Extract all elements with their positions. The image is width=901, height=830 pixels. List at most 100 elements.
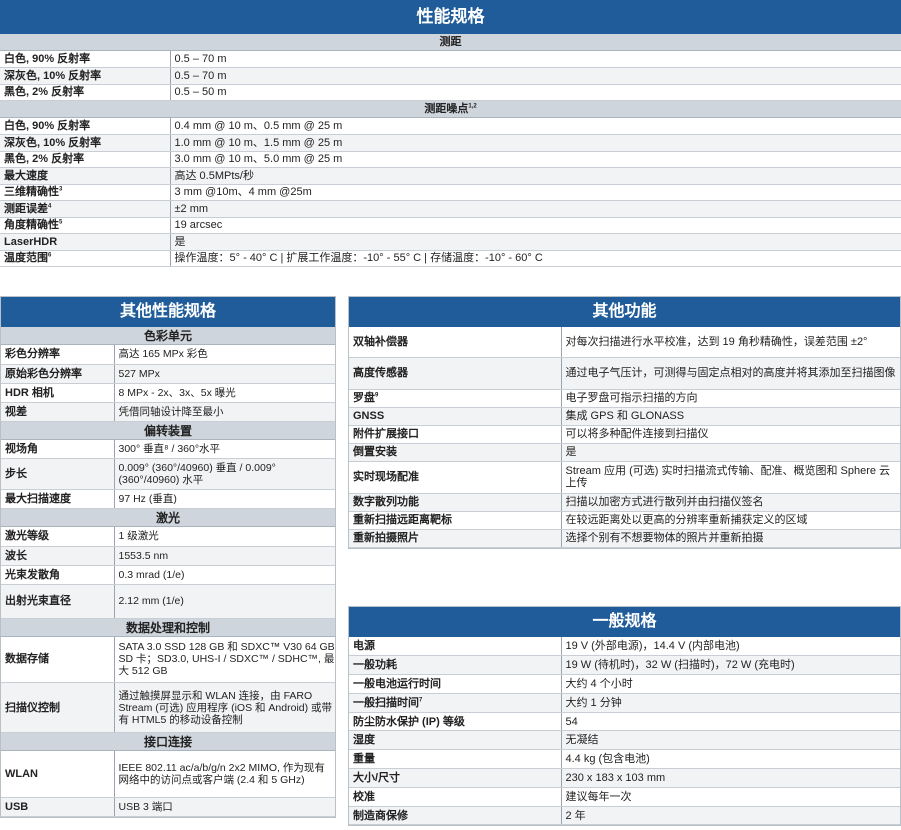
row-label: GNSS <box>349 407 562 426</box>
row-label-text: 温度范围 <box>4 252 48 265</box>
table-row: 出射光束直径 2.12 mm (1/e) <box>1 584 335 619</box>
row-value: ±2 mm <box>170 200 901 218</box>
table-row: 测距误差4 ±2 mm <box>0 200 901 218</box>
table-row: GNSS 集成 GPS 和 GLONASS <box>349 407 900 426</box>
row-label: 视差 <box>1 402 115 422</box>
row-value: 选择个别有不想要物体的照片并重新拍摄 <box>561 529 900 548</box>
row-value: 是 <box>170 233 901 251</box>
table-row: 重量 4.4 kg (包含电池) <box>349 749 900 770</box>
row-value: 97 Hz (垂直) <box>114 489 335 509</box>
table-row: 深灰色, 10% 反射率 1.0 mm @ 10 m、1.5 mm @ 25 m <box>0 134 901 152</box>
row-label: 白色, 90% 反射率 <box>0 118 171 135</box>
noise-table: 白色, 90% 反射率 0.4 mm @ 10 m、0.5 mm @ 25 m 深… <box>0 118 901 267</box>
row-label: 数据存储 <box>1 636 115 683</box>
row-value: 1553.5 nm <box>114 546 335 566</box>
row-label: 光束发散角 <box>1 565 115 585</box>
table-row: LaserHDR 是 <box>0 233 901 251</box>
row-value: 集成 GPS 和 GLONASS <box>561 407 900 426</box>
row-label: 防尘防水保护 (IP) 等级 <box>349 712 562 732</box>
row-label: 出射光束直径 <box>1 584 115 619</box>
row-label-text: 一般扫描时间 <box>353 696 419 709</box>
general-specs: 一般规格 电源 19 V (外部电源)，14.4 V (内部电池) 一般功耗 19 … <box>348 606 901 827</box>
row-label: 测距误差4 <box>0 200 171 218</box>
row-value: 8 MPx - 2x、3x、5x 曝光 <box>114 383 335 403</box>
row-label: 角度精确性5 <box>0 217 171 234</box>
row-value: 19 arcsec <box>170 217 901 234</box>
table-row: 光束发散角 0.3 mrad (1/e) <box>1 565 335 585</box>
row-label: USB <box>1 797 115 817</box>
data-handling-table: 数据存储 SATA 3.0 SSD 128 GB 和 SDXC™ V30 64 G… <box>1 636 335 733</box>
row-label: 波长 <box>1 546 115 566</box>
table-row: 实时现场配准 Stream 应用 (可选) 实时扫描流式传输、配准、概览图和 Sp… <box>349 461 900 494</box>
row-value: 230 x 183 x 103 mm <box>561 768 900 788</box>
laser-table: 激光等级 1 级激光 波长 1553.5 nm 光束发散角 0.3 mrad (1/e… <box>1 527 335 619</box>
row-value: 19 W (待机时)，32 W (扫描时)，72 W (充电时) <box>561 655 900 676</box>
row-label: 黑色, 2% 反射率 <box>0 151 171 168</box>
table-row: 双轴补偿器 对每次扫描进行水平校准，达到 19 角秒精确性，误差范围 ±2° <box>349 327 900 358</box>
row-label: 数字散列功能 <box>349 493 562 512</box>
row-label: 视场角 <box>1 439 115 459</box>
table-row: 防尘防水保护 (IP) 等级 54 <box>349 712 900 732</box>
row-label: 电源 <box>349 637 562 657</box>
row-label: 校准 <box>349 787 562 807</box>
table-row: 电源 19 V (外部电源)，14.4 V (内部电池) <box>349 637 900 657</box>
table-row: 高度传感器 通过电子气压计，可测得与固定点相对的高度并将其添加至扫描图像 <box>349 357 900 390</box>
row-value: 通过电子气压计，可测得与固定点相对的高度并将其添加至扫描图像 <box>561 357 900 390</box>
table-row: 罗盘9 电子罗盘可指示扫描的方向 <box>349 389 900 408</box>
row-label: 彩色分辨率 <box>1 345 115 365</box>
row-value: 是 <box>561 443 900 462</box>
table-row: 一般扫描时间7 大约 1 分钟 <box>349 693 900 713</box>
row-label: 大小/尺寸 <box>349 768 562 788</box>
table-row: 视场角 300° 垂直⁸ / 360°水平 <box>1 439 335 459</box>
row-value: 无凝结 <box>561 730 900 751</box>
performance-specs: 性能规格 测距 白色, 90% 反射率 0.5 – 70 m 深灰色, 10% 反… <box>0 0 901 267</box>
row-value: 0.5 – 70 m <box>170 51 901 68</box>
section-header: 接口连接 <box>1 733 335 751</box>
footnote: 9 <box>375 392 379 399</box>
row-label: 重量 <box>349 749 562 770</box>
footnote: 7 <box>419 697 423 704</box>
row-value: 527 MPx <box>114 364 335 384</box>
general-table: 电源 19 V (外部电源)，14.4 V (内部电池) 一般功耗 19 W (待机… <box>349 637 900 826</box>
table-row: 湿度 无凝结 <box>349 730 900 751</box>
table-row: 黑色, 2% 反射率 3.0 mm @ 10 m、5.0 mm @ 25 m <box>0 151 901 168</box>
row-value: 大约 4 个小时 <box>561 674 900 694</box>
row-label: 三维精确性3 <box>0 184 171 201</box>
row-label: 步长 <box>1 458 115 490</box>
row-value: 0.5 – 50 m <box>170 84 901 101</box>
table-row: 制造商保修 2 年 <box>349 806 900 826</box>
row-label: 实时现场配准 <box>349 461 562 494</box>
row-label: 制造商保修 <box>349 806 562 826</box>
row-label-text: 角度精确性 <box>4 219 59 232</box>
table-row: 波长 1553.5 nm <box>1 546 335 566</box>
row-label: HDR 相机 <box>1 383 115 403</box>
table-row: 最大扫描速度 97 Hz (垂直) <box>1 489 335 509</box>
row-value: 19 V (外部电源)，14.4 V (内部电池) <box>561 637 900 657</box>
row-label-text: 三维精确性 <box>4 186 59 199</box>
row-value: 大约 1 分钟 <box>561 693 900 713</box>
row-label: 原始彩色分辨率 <box>1 364 115 384</box>
row-label: 罗盘9 <box>349 389 562 408</box>
other-performance-title: 其他性能规格 <box>1 297 335 327</box>
row-value: 可以将多种配件连接到扫描仪 <box>561 425 900 444</box>
row-label: LaserHDR <box>0 233 171 251</box>
table-row: 温度范围6 操作温度：5° - 40° C | 扩展工作温度：-10° - 55°… <box>0 250 901 267</box>
table-row: 数字散列功能 扫描以加密方式进行散列并由扫描仪签名 <box>349 493 900 512</box>
row-value: 0.5 – 70 m <box>170 67 901 85</box>
table-row: 视差 凭借同轴设计降至最小 <box>1 402 335 422</box>
other-features: 其他功能 双轴补偿器 对每次扫描进行水平校准，达到 19 角秒精确性，误差范围 ±… <box>348 296 901 549</box>
table-row: 数据存储 SATA 3.0 SSD 128 GB 和 SDXC™ V30 64 G… <box>1 636 335 683</box>
row-value: 通过触摸屏显示和 WLAN 连接，由 FARO Stream (可选) 应用程序… <box>114 682 335 733</box>
section-header: 色彩单元 <box>1 327 335 345</box>
row-label-text: 测距误差 <box>4 202 48 215</box>
noise-header-label: 测距噪点 <box>424 103 469 115</box>
row-value: 建议每年一次 <box>561 787 900 807</box>
row-label: 黑色, 2% 反射率 <box>0 84 171 101</box>
row-label-text: 罗盘 <box>353 392 375 404</box>
row-label: 湿度 <box>349 730 562 751</box>
table-row: 附件扩展接口 可以将多种配件连接到扫描仪 <box>349 425 900 444</box>
row-label: 激光等级 <box>1 527 115 547</box>
table-row: 三维精确性3 3 mm @10m、4 mm @25m <box>0 184 901 201</box>
row-label: 深灰色, 10% 反射率 <box>0 134 171 152</box>
row-value: Stream 应用 (可选) 实时扫描流式传输、配准、概览图和 Sphere 云… <box>561 461 900 494</box>
